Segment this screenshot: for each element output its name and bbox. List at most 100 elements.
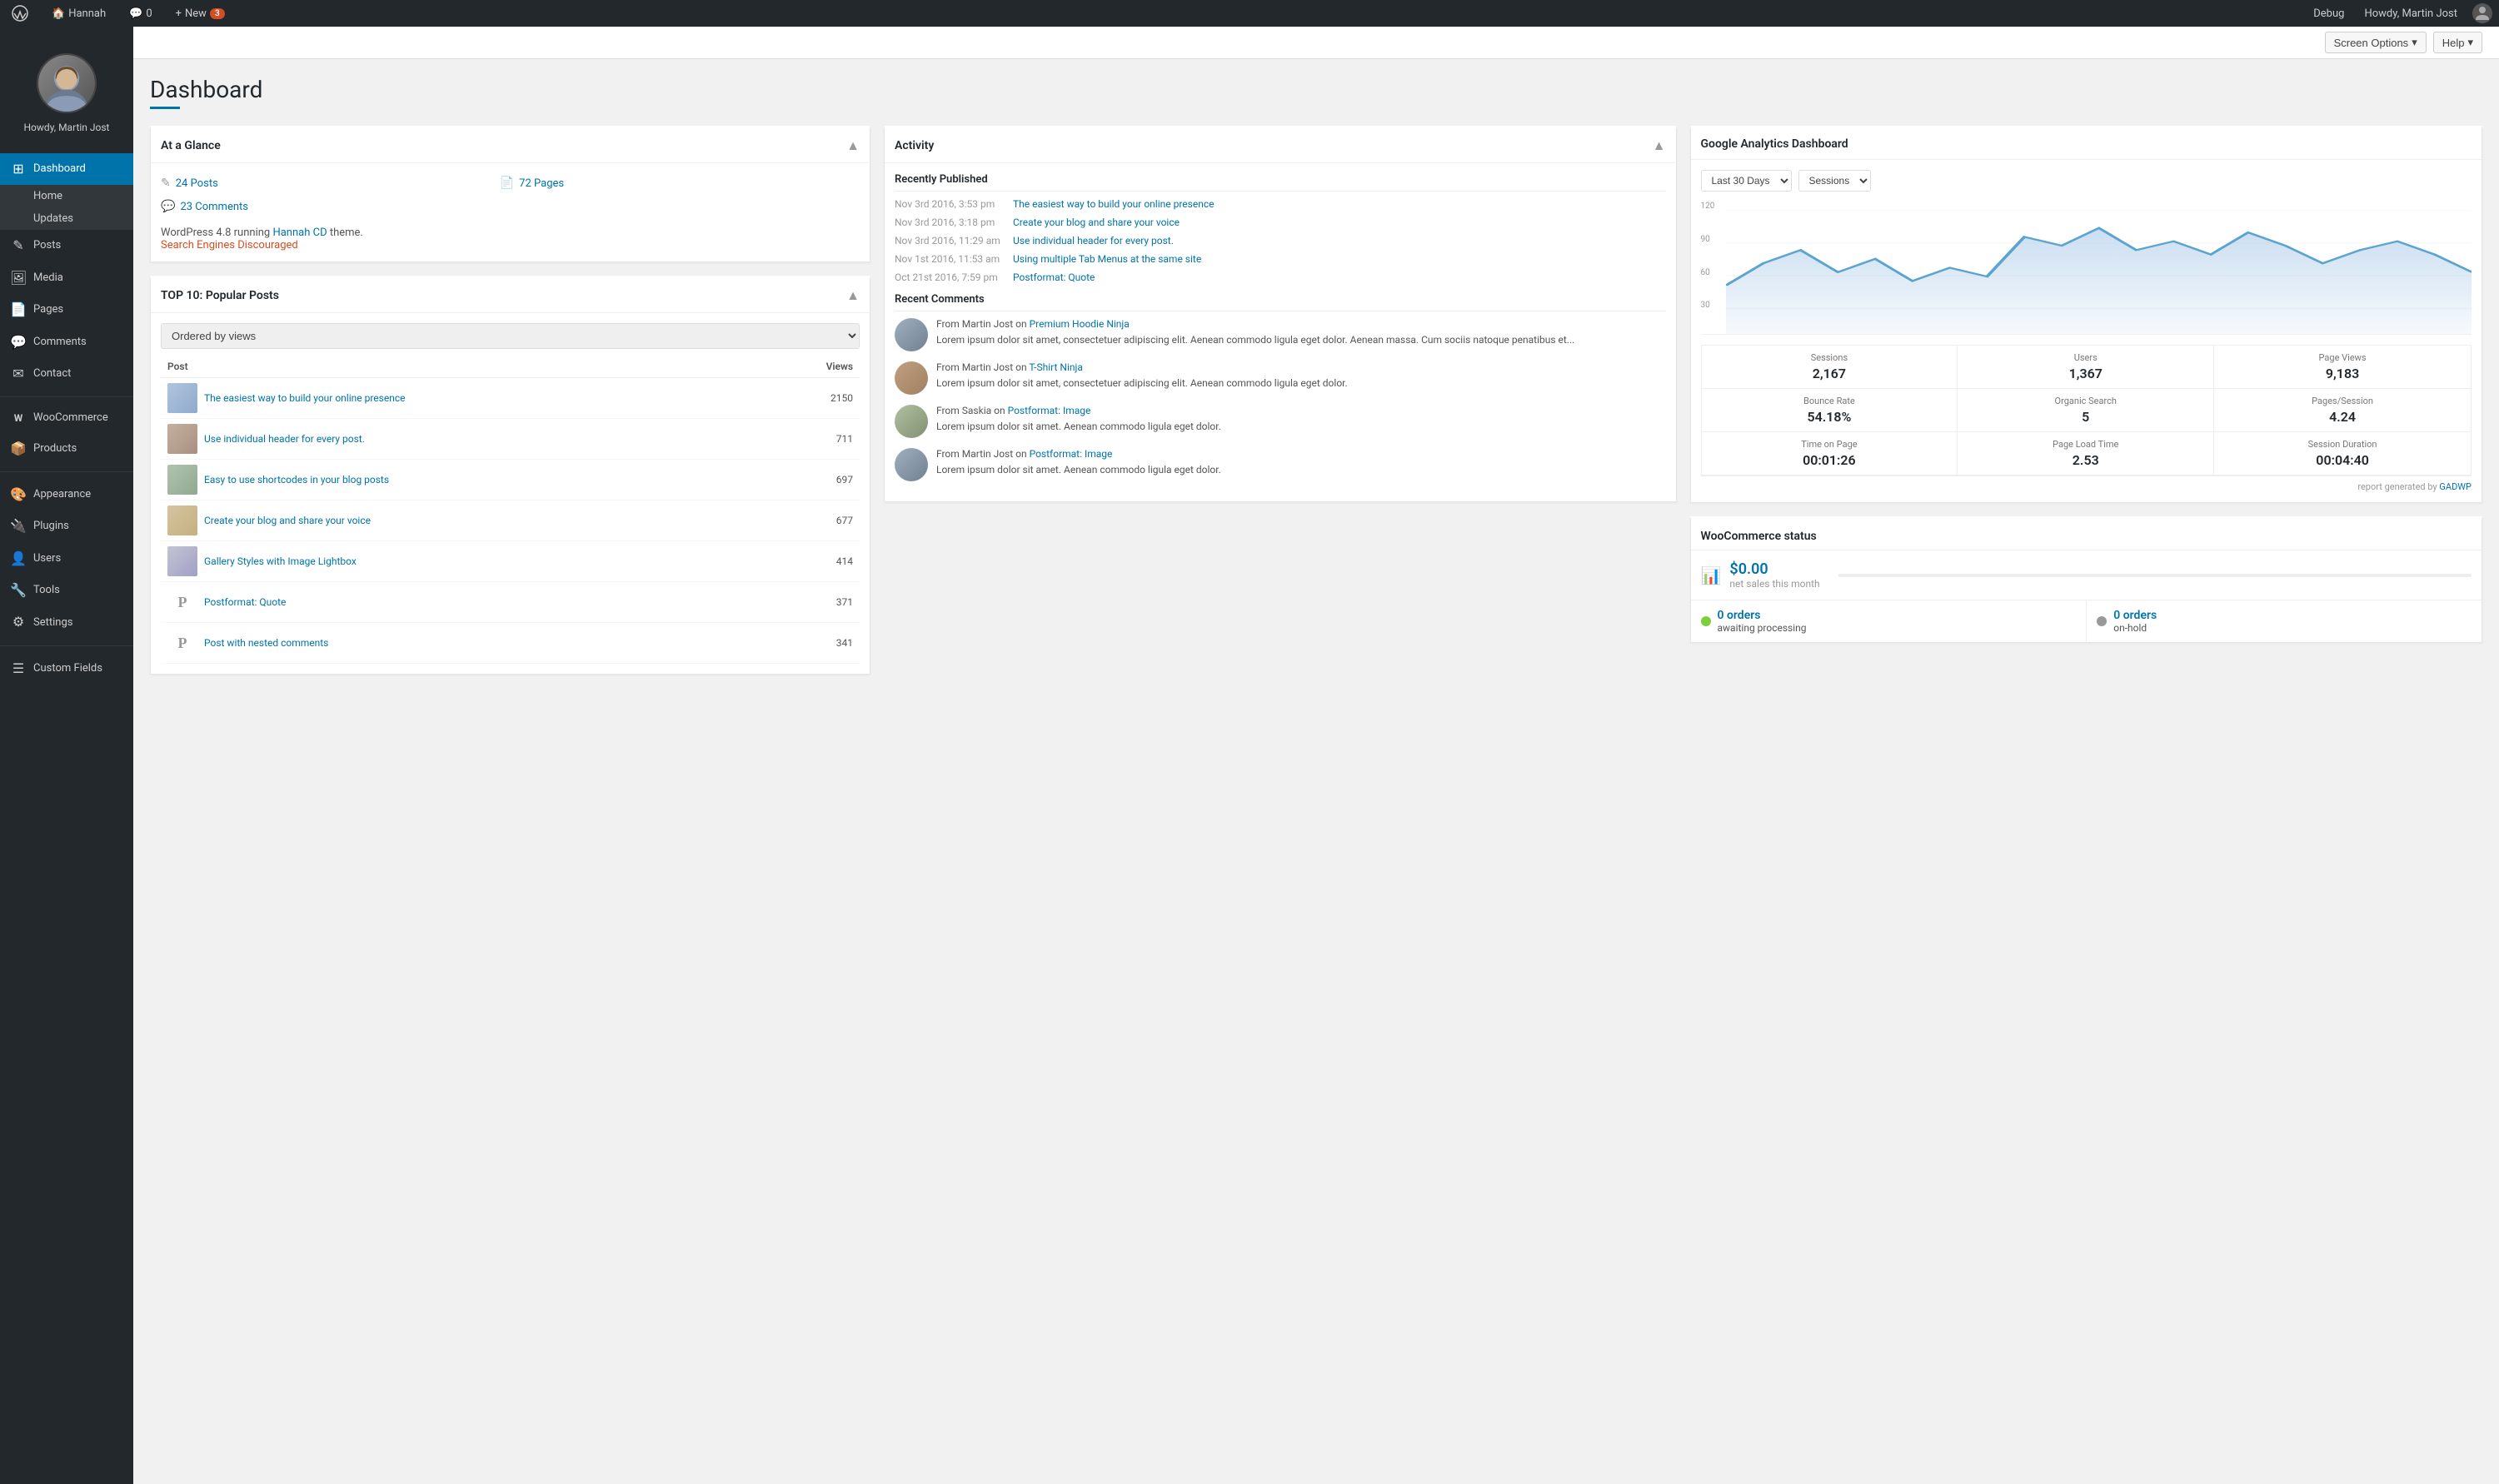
- post-placeholder: P: [167, 587, 197, 617]
- comment-item: From Martin Jost on Postformat: Image Lo…: [895, 448, 1666, 481]
- glance-pages: 📄 72 Pages: [500, 173, 835, 193]
- sidebar-item-dashboard[interactable]: ⊞ Dashboard: [0, 153, 133, 185]
- at-a-glance-body: ✎ 24 Posts 📄 72 Pages 💬 23 Comments: [151, 163, 870, 261]
- comment-post-link[interactable]: T-Shirt Ninja: [1029, 361, 1083, 373]
- ga-stat-value: 1,367: [1966, 366, 2205, 381]
- post-thumbnail: [167, 546, 197, 576]
- theme-link[interactable]: Hannah CD: [272, 227, 327, 239]
- comments-glance-icon: 💬: [161, 200, 175, 213]
- ga-title: Google Analytics Dashboard: [1701, 137, 1848, 151]
- activity-post-link[interactable]: Use individual header for every post.: [1013, 235, 1174, 247]
- activity-link: Using multiple Tab Menus at the same sit…: [1013, 253, 1201, 265]
- sidebar-username: Howdy, Martin Jost: [24, 122, 110, 133]
- comment-text: Lorem ipsum dolor sit amet. Aenean commo…: [936, 419, 1666, 434]
- ga-chart-inner: [1726, 202, 2472, 334]
- recent-comments-section: Recent Comments From Martin Jost on Prem…: [895, 293, 1666, 481]
- screen-options-button[interactable]: Screen Options ▾: [2325, 32, 2427, 53]
- help-button[interactable]: Help ▾: [2433, 32, 2482, 53]
- user-avatar[interactable]: [2472, 3, 2492, 23]
- sidebar-item-media[interactable]: 🖼 Media: [0, 262, 133, 294]
- ga-period-select[interactable]: Last 30 Days: [1701, 170, 1792, 192]
- post-title-link[interactable]: Gallery Styles with Image Lightbox: [204, 555, 357, 567]
- sidebar-item-home[interactable]: Home: [0, 185, 133, 207]
- plugins-icon: 🔌: [10, 517, 27, 535]
- sidebar-item-woocommerce[interactable]: W WooCommerce: [0, 404, 133, 432]
- sidebar-item-custom-fields[interactable]: ☰ Custom Fields: [0, 653, 133, 685]
- comment-post-link[interactable]: Premium Hoodie Ninja: [1030, 318, 1130, 330]
- sidebar-item-posts[interactable]: ✎ Posts: [0, 230, 133, 261]
- post-title-link[interactable]: Easy to use shortcodes in your blog post…: [204, 474, 389, 486]
- comment-text: Lorem ipsum dolor sit amet. Aenean commo…: [936, 462, 1666, 477]
- debug-button[interactable]: Debug: [2308, 7, 2349, 20]
- dashboard-page: Dashboard At a Glance ▲ ✎: [133, 59, 2499, 691]
- sidebar-item-pages[interactable]: 📄 Pages: [0, 294, 133, 326]
- post-title-link[interactable]: Create your blog and share your voice: [204, 515, 371, 526]
- pages-icon: 📄: [10, 301, 27, 319]
- at-a-glance-toggle[interactable]: ▲: [846, 137, 860, 154]
- home-icon: 🏠: [52, 7, 65, 20]
- post-views-cell: 711: [763, 419, 860, 460]
- sidebar-item-comments[interactable]: 💬 Comments: [0, 326, 133, 358]
- popular-posts-filter[interactable]: Ordered by views: [161, 323, 860, 349]
- activity-date: Oct 21st 2016, 7:59 pm: [895, 271, 1003, 283]
- sidebar-item-plugins[interactable]: 🔌 Plugins: [0, 510, 133, 542]
- comments-button[interactable]: 💬 0: [124, 7, 157, 20]
- left-column: At a Glance ▲ ✎ 24 Posts 📄: [150, 126, 870, 675]
- woo-net-label: net sales this month: [1729, 578, 1819, 590]
- activity-post-link[interactable]: Create your blog and share your voice: [1013, 217, 1180, 228]
- right-column: Google Analytics Dashboard Last 30 Days …: [1690, 126, 2483, 643]
- sidebar-item-appearance[interactable]: 🎨 Appearance: [0, 479, 133, 510]
- post-views-cell: 371: [763, 582, 860, 623]
- site-name-button[interactable]: 🏠 Hannah: [47, 7, 111, 20]
- sidebar-item-users[interactable]: 👤 Users: [0, 543, 133, 575]
- post-views-cell: 697: [763, 460, 860, 500]
- pages-count-link[interactable]: 72 Pages: [519, 177, 564, 190]
- table-row: Gallery Styles with Image Lightbox 414: [161, 541, 860, 582]
- activity-date: Nov 1st 2016, 11:53 am: [895, 253, 1003, 265]
- post-title-link[interactable]: Postformat: Quote: [204, 596, 286, 608]
- woo-net-bar: [1838, 574, 2472, 577]
- woo-net-value: $0.00: [1729, 560, 1819, 578]
- wp-logo-button[interactable]: [7, 5, 33, 22]
- sidebar-item-updates[interactable]: Updates: [0, 207, 133, 230]
- activity-post-link[interactable]: Using multiple Tab Menus at the same sit…: [1013, 253, 1201, 265]
- ga-stat-value: 2,167: [1710, 366, 1949, 381]
- ga-body: Last 30 Days Sessions 120: [1691, 160, 2482, 502]
- howdy-user[interactable]: Howdy, Martin Jost: [2359, 7, 2462, 20]
- sidebar-item-products[interactable]: 📦 Products: [0, 433, 133, 465]
- activity-toggle[interactable]: ▲: [1653, 137, 1666, 154]
- ga-stat-label: Page Views: [2222, 352, 2462, 363]
- ga-stats-grid: Sessions 2,167 Users 1,367 Page Views 9,…: [1701, 345, 2472, 476]
- table-row: Use individual header for every post. 71…: [161, 419, 860, 460]
- posts-count-link[interactable]: 24 Posts: [176, 177, 218, 190]
- comment-post-link[interactable]: Postformat: Image: [1030, 448, 1113, 460]
- woo-status-dot: [2097, 616, 2107, 626]
- post-title-cell: Use individual header for every post.: [161, 419, 763, 460]
- activity-post-link[interactable]: Postformat: Quote: [1013, 271, 1095, 283]
- comment-avatar: [895, 448, 928, 481]
- sidebar-item-tools[interactable]: 🔧 Tools: [0, 575, 133, 606]
- ga-stat-label: Page Load Time: [1966, 439, 2205, 450]
- gadwp-link[interactable]: GADWP: [2439, 481, 2472, 492]
- sidebar-item-contact[interactable]: ✉ Contact: [0, 358, 133, 390]
- post-title-link[interactable]: The easiest way to build your online pre…: [204, 392, 406, 404]
- comment-text: Lorem ipsum dolor sit amet, consectetuer…: [936, 332, 1666, 347]
- table-row: P Postformat: Quote 371: [161, 582, 860, 623]
- woo-status-title: WooCommerce status: [1691, 520, 2482, 550]
- comments-count-link[interactable]: 23 Comments: [180, 201, 248, 213]
- woocommerce-icon: W: [10, 411, 27, 426]
- activity-post-link[interactable]: The easiest way to build your online pre…: [1013, 198, 1215, 210]
- post-views-cell: 2150: [763, 378, 860, 419]
- glance-posts: ✎ 24 Posts: [161, 173, 496, 193]
- woo-order-label: awaiting processing: [1718, 622, 1807, 634]
- post-title-link[interactable]: Use individual header for every post.: [204, 433, 365, 445]
- post-title-link[interactable]: Post with nested comments: [204, 637, 328, 649]
- comment-post-link[interactable]: Postformat: Image: [1008, 405, 1091, 416]
- ga-metric-select[interactable]: Sessions: [1798, 170, 1871, 192]
- comment-meta: From Martin Jost on Postformat: Image: [936, 448, 1666, 460]
- contact-icon: ✉: [10, 365, 27, 383]
- new-content-button[interactable]: + New 3: [171, 7, 230, 20]
- popular-posts-toggle[interactable]: ▲: [846, 287, 860, 304]
- sidebar-item-settings[interactable]: ⚙ Settings: [0, 606, 133, 638]
- chevron-down-icon: ▾: [2412, 36, 2417, 49]
